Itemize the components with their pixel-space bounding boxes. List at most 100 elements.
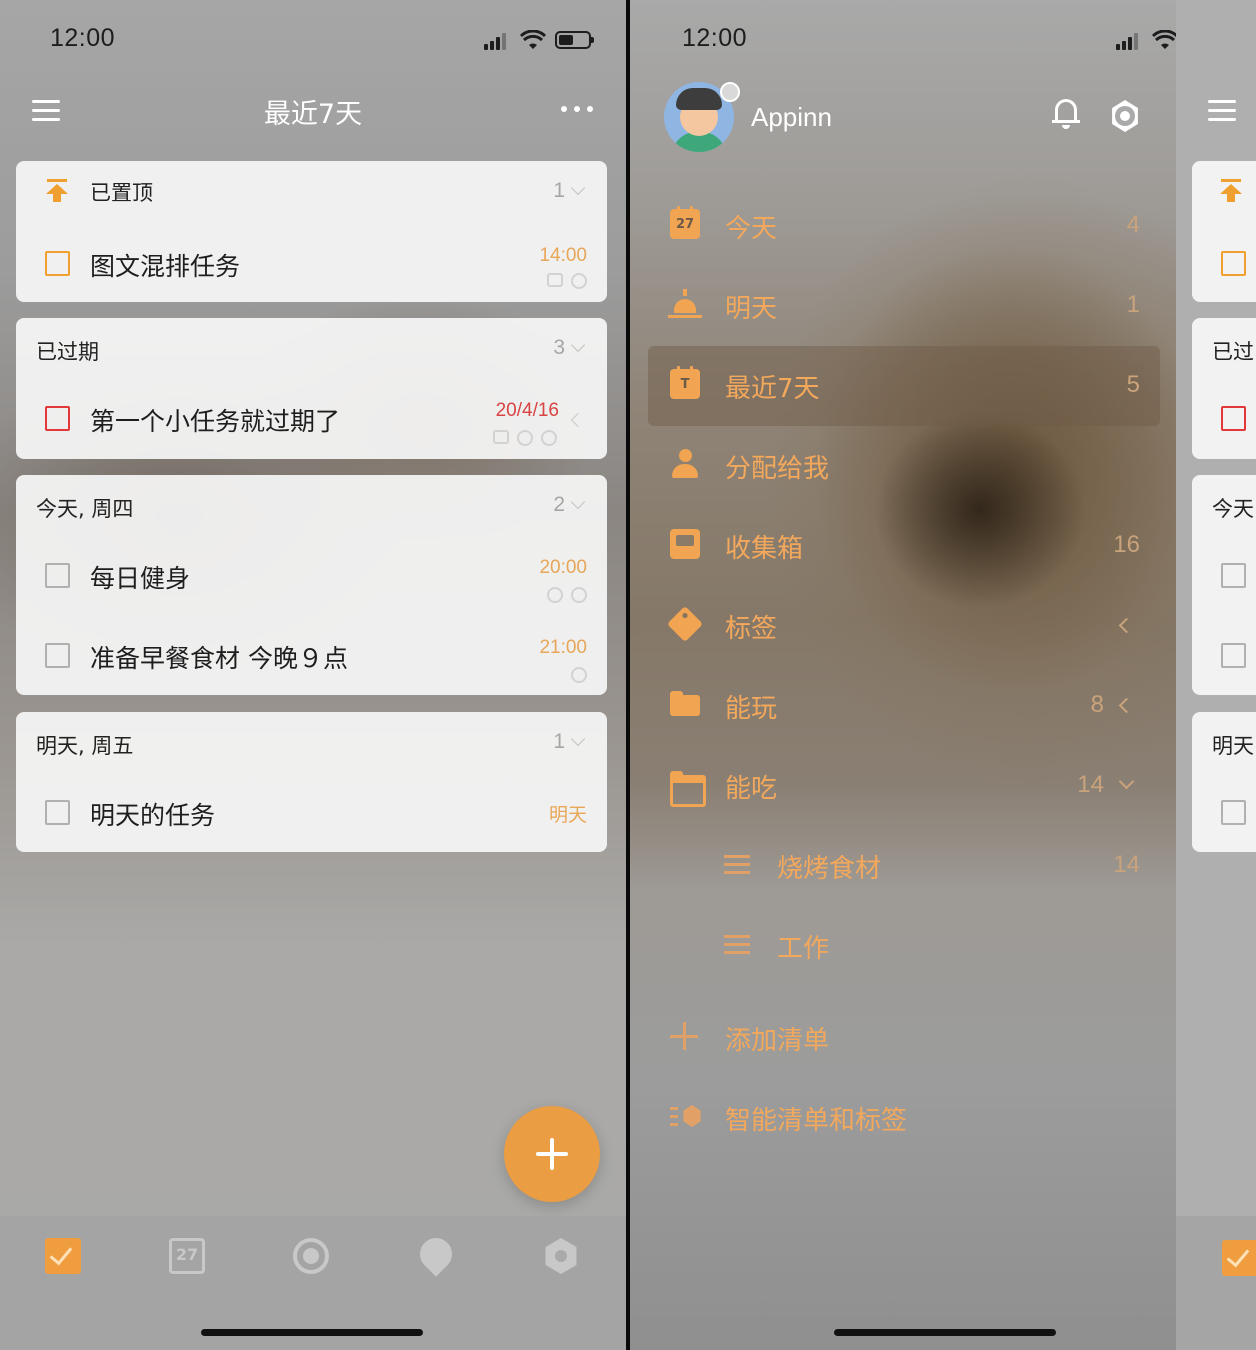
username[interactable]: Appinn [751, 102, 832, 133]
battery-icon [555, 31, 594, 49]
nav-item-folder-eat[interactable]: 能吃 14 [648, 746, 1160, 826]
task-time: 20/4/16 [495, 400, 559, 421]
section-card-tomorrow: 明天, 周五 1 明天的任务 明天 [16, 712, 607, 852]
nav-label: 添加清单 [725, 1026, 830, 1056]
nav-count: 8 [1090, 691, 1104, 718]
section-title: 今天, 周四 [36, 497, 134, 521]
nav-count: 1 [1126, 291, 1140, 318]
nav-item-next-7-days[interactable]: T 最近7天 5 [648, 346, 1160, 426]
task-checkbox[interactable] [45, 643, 70, 668]
nav-label: 最近7天 [725, 374, 820, 404]
nav-count: 14 [1077, 771, 1104, 798]
nav-item-inbox[interactable]: 收集箱 16 [648, 506, 1160, 586]
chevron-left-icon[interactable] [1118, 697, 1135, 714]
status-time: 12:00 [50, 24, 116, 52]
calendar-tab-icon[interactable]: 27 [169, 1238, 205, 1274]
add-task-fab-button[interactable] [504, 1106, 600, 1202]
nav-item-folder-play[interactable]: 能玩 8 [648, 666, 1160, 746]
left-screen: 12:00 最近7天 已置顶 1 图文混排任务 14:00 已过期 3 第一个小… [0, 0, 626, 1350]
section-title: 已过期 [36, 340, 99, 364]
peek-card-today: 今天 [1192, 475, 1256, 695]
nav-label: 烧烤食材 [777, 854, 882, 884]
section-title: 今天 [1212, 497, 1254, 521]
section-card-today: 今天, 周四 2 每日健身 20:00 准备早餐食材 今晚９点 21:00 [16, 475, 607, 695]
task-meta-icons [571, 667, 587, 683]
chevron-down-icon[interactable] [570, 180, 586, 196]
task-title: 明天的任务 [90, 801, 216, 830]
task-row[interactable]: 第一个小任务就过期了 20/4/16 [16, 388, 607, 458]
task-meta-icons [493, 430, 557, 446]
settings-gear-icon[interactable] [1112, 100, 1138, 132]
task-checkbox[interactable] [45, 563, 70, 588]
chevron-down-icon[interactable] [570, 337, 586, 353]
task-row[interactable]: 准备早餐食材 今晚９点 21:00 [16, 625, 607, 695]
chevron-down-icon[interactable] [570, 731, 586, 747]
section-card-pinned: 已置顶 1 图文混排任务 14:00 [16, 161, 607, 302]
checklist-tab-icon[interactable] [45, 1238, 81, 1274]
task-checkbox[interactable] [1221, 563, 1246, 588]
task-checkbox[interactable] [45, 406, 70, 431]
checklist-tab-icon[interactable] [1222, 1240, 1256, 1276]
nav-item-tags[interactable]: 标签 [648, 586, 1160, 666]
task-title: 每日健身 [90, 564, 191, 593]
chevron-down-icon[interactable] [570, 494, 586, 510]
section-title: 明天 [1212, 734, 1254, 758]
pomodoro-tab-icon[interactable] [293, 1238, 329, 1274]
nav-label: 工作 [777, 934, 830, 964]
status-bar: 12:00 [0, 24, 626, 58]
peek-card-overdue: 已过 [1192, 318, 1256, 459]
menu-hamburger-icon[interactable] [1208, 98, 1236, 122]
subtask-icon [493, 430, 509, 444]
habit-clock-tab-icon[interactable] [413, 1231, 459, 1277]
task-checkbox[interactable] [1221, 643, 1246, 668]
alarm-icon [547, 587, 563, 603]
nav-label: 智能清单和标签 [725, 1106, 908, 1136]
task-time: 20:00 [539, 557, 587, 578]
task-checkbox[interactable] [1221, 406, 1246, 431]
task-meta-icons [547, 587, 587, 603]
alarm-icon [517, 430, 533, 446]
calendar-week-icon: T [670, 366, 700, 399]
list-icon [724, 849, 754, 879]
chevron-left-icon[interactable] [570, 412, 586, 428]
task-time: 明天 [548, 805, 587, 826]
nav-item-list-work[interactable]: 工作 [648, 906, 1160, 986]
alarm-icon [571, 667, 587, 683]
page-title: 最近7天 [263, 99, 363, 130]
smart-list-settings-icon [670, 1101, 701, 1131]
home-indicator[interactable] [834, 1329, 1056, 1336]
home-indicator[interactable] [201, 1329, 423, 1336]
folder-open-icon [670, 769, 706, 807]
status-bar: 12:00 [630, 24, 1176, 58]
tag-icon [666, 605, 704, 643]
alarm-icon [571, 273, 587, 289]
task-row[interactable]: 图文混排任务 14:00 [16, 231, 607, 301]
task-checkbox[interactable] [45, 251, 70, 276]
nav-label: 今天 [725, 214, 778, 244]
more-dots-icon[interactable] [561, 106, 593, 112]
bell-notification-icon[interactable] [1052, 99, 1080, 129]
cellular-signal-icon [484, 32, 506, 50]
section-title: 已过 [1212, 340, 1254, 364]
underlying-screen-peek[interactable]: 已过 今天 明天 [1176, 0, 1256, 1350]
chevron-left-icon[interactable] [1118, 617, 1135, 634]
section-card-overdue: 已过期 3 第一个小任务就过期了 20/4/16 [16, 318, 607, 459]
bottom-tab-bar [1176, 1216, 1256, 1350]
task-checkbox[interactable] [1221, 251, 1246, 276]
task-row[interactable]: 每日健身 20:00 [16, 545, 607, 615]
nav-item-assigned-to-me[interactable]: 分配给我 [648, 426, 1160, 506]
task-row[interactable]: 明天的任务 明天 [16, 782, 607, 852]
add-list-button[interactable]: 添加清单 [648, 998, 1160, 1078]
settings-tab-icon[interactable] [545, 1238, 577, 1274]
wifi-icon [520, 30, 546, 49]
smart-lists-and-tags-button[interactable]: 智能清单和标签 [648, 1078, 1160, 1158]
nav-item-list-bbq[interactable]: 烧烤食材 14 [648, 826, 1160, 906]
chevron-down-icon[interactable] [1118, 773, 1135, 790]
nav-label: 明天 [725, 294, 778, 324]
list-icon [724, 929, 754, 959]
nav-item-today[interactable]: 27 今天 4 [648, 186, 1160, 266]
nav-item-tomorrow[interactable]: 明天 1 [648, 266, 1160, 346]
task-checkbox[interactable] [45, 800, 70, 825]
nav-count: 5 [1126, 371, 1140, 398]
task-checkbox[interactable] [1221, 800, 1246, 825]
